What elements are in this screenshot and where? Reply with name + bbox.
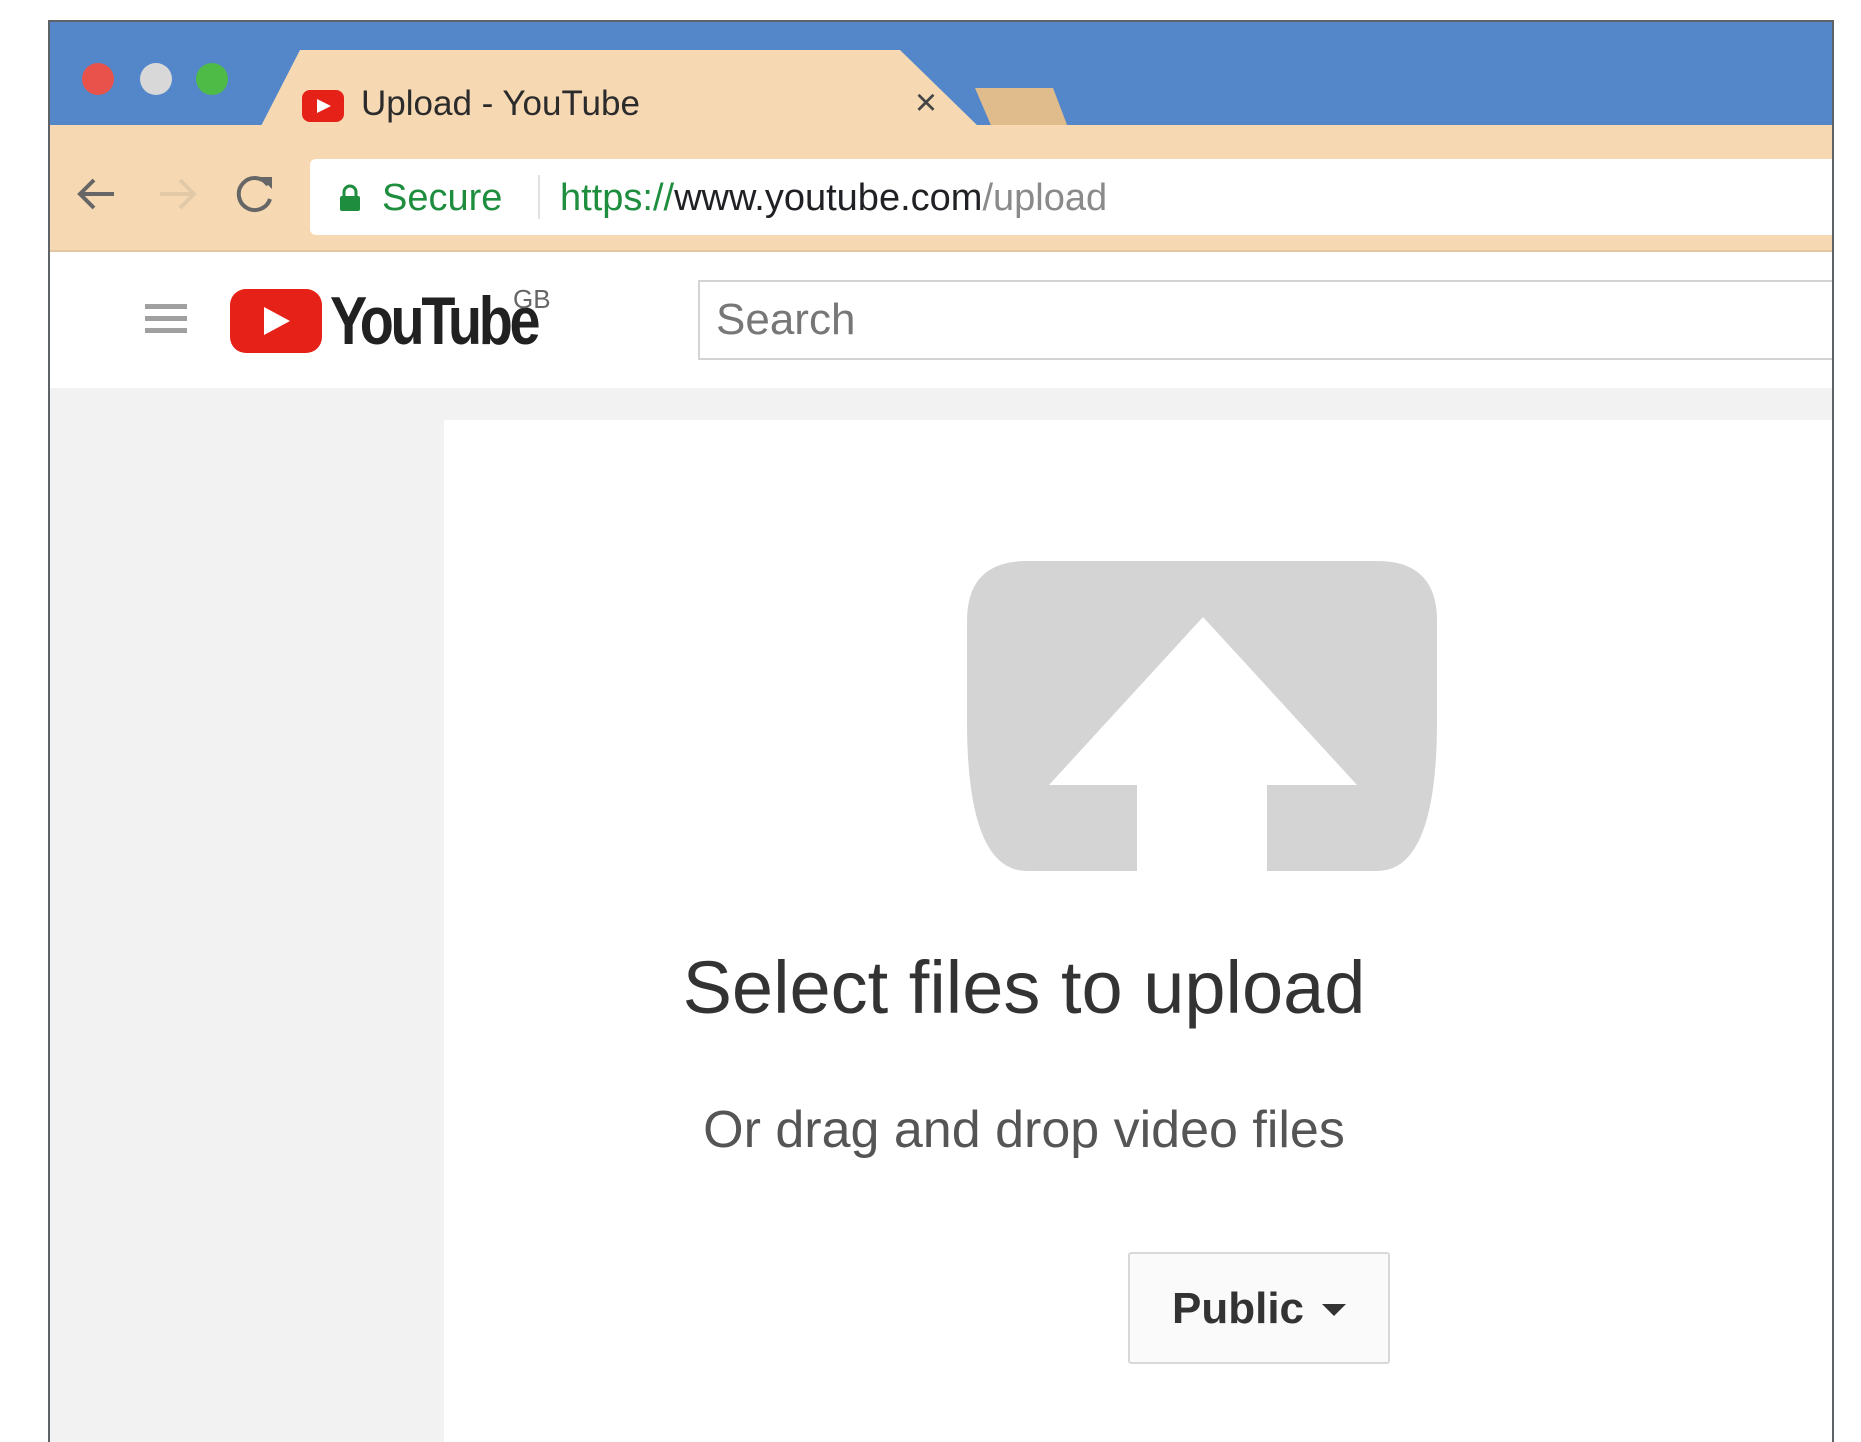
reload-icon[interactable]	[230, 169, 280, 219]
new-tab-button[interactable]	[975, 88, 1069, 130]
upload-subtitle: Or drag and drop video files	[703, 1101, 1345, 1159]
tab-close-icon[interactable]: ×	[908, 84, 944, 122]
secure-label: Secure	[382, 177, 503, 219]
back-arrow-icon[interactable]	[72, 169, 122, 219]
maximize-window-button[interactable]	[196, 63, 228, 95]
region-code: GB	[513, 284, 551, 314]
browser-window: Upload - YouTube × Secure https://www.yo…	[48, 20, 1834, 1442]
search-input[interactable]	[716, 292, 1816, 348]
youtube-logo-icon[interactable]	[230, 289, 322, 353]
privacy-dropdown[interactable]: Public	[1128, 1252, 1390, 1364]
forward-arrow-icon[interactable]	[152, 169, 202, 219]
address-bar[interactable]: Secure https://www.youtube.com/upload	[310, 159, 1832, 235]
upload-arrow-icon[interactable]	[967, 561, 1437, 876]
tab-title: Upload - YouTube	[361, 84, 640, 123]
browser-toolbar: Secure https://www.youtube.com/upload	[50, 125, 1832, 252]
hamburger-menu-icon[interactable]	[145, 304, 187, 336]
upload-panel[interactable]: Select files to upload Or drag and drop …	[444, 420, 1832, 1442]
url-text[interactable]: https://www.youtube.com/upload	[560, 177, 1107, 220]
minimize-window-button[interactable]	[140, 63, 172, 95]
search-box[interactable]	[698, 280, 1832, 360]
chevron-down-icon	[1322, 1304, 1346, 1316]
close-window-button[interactable]	[82, 63, 114, 95]
upload-title: Select files to upload	[682, 946, 1366, 1029]
youtube-wordmark[interactable]: YouTube	[330, 282, 541, 360]
youtube-masthead: YouTube GB	[50, 254, 1832, 388]
url-host: www.youtube.com	[674, 177, 983, 219]
youtube-favicon-icon	[302, 90, 344, 122]
url-scheme: https://	[560, 177, 675, 219]
omnibox-divider	[538, 175, 540, 219]
url-path: /upload	[982, 177, 1108, 219]
lock-icon	[338, 184, 362, 217]
tab-strip: Upload - YouTube ×	[50, 22, 1832, 130]
privacy-selected-value: Public	[1172, 1284, 1305, 1333]
